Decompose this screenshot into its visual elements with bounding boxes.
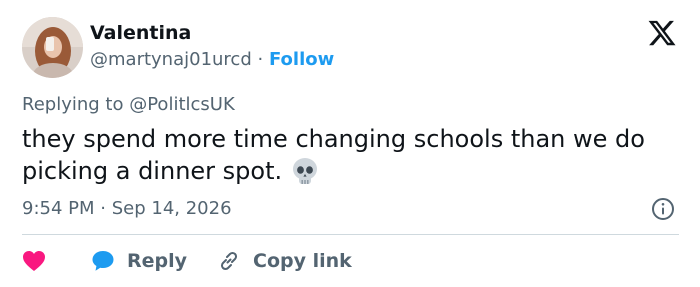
tweet-text: they spend more time changing schools th…	[22, 125, 645, 185]
reply-button[interactable]: Reply	[91, 249, 187, 273]
like-button[interactable]	[22, 250, 46, 272]
info-icon[interactable]	[651, 197, 675, 221]
tweet-date: Sep 14, 2026	[111, 198, 232, 219]
author-handle[interactable]: @martynaj01urcd	[90, 49, 252, 70]
heart-icon	[23, 251, 45, 271]
replying-to-handle[interactable]: @PolitlcsUK	[129, 94, 235, 115]
speech-bubble-icon	[92, 251, 114, 271]
copy-link-label: Copy link	[253, 250, 352, 272]
author-handle-row: @martynaj01urcd · Follow	[90, 47, 334, 73]
meta-separator: ·	[100, 198, 106, 219]
reply-label: Reply	[127, 250, 188, 272]
skull-emoji-icon	[293, 158, 318, 184]
avatar[interactable]	[22, 17, 83, 78]
tweet-body: they spend more time changing schools th…	[22, 123, 682, 187]
separator-dot: ·	[257, 49, 264, 70]
x-logo-icon[interactable]	[647, 18, 677, 48]
tweet-timestamp[interactable]: 9:54 PM · Sep 14, 2026	[22, 196, 232, 222]
link-icon	[220, 251, 238, 271]
avatar-photo	[22, 17, 83, 78]
replying-to: Replying to @PolitlcsUK	[22, 93, 235, 117]
replying-to-prefix: Replying to	[22, 94, 124, 115]
author-name[interactable]: Valentina	[90, 20, 191, 46]
divider	[22, 234, 679, 235]
copy-link-button[interactable]: Copy link	[217, 249, 352, 273]
tweet-card: Valentina @martynaj01urcd · Follow Reply…	[0, 0, 700, 287]
follow-button[interactable]: Follow	[269, 49, 334, 70]
action-bar: Reply Copy link	[22, 247, 352, 275]
tweet-time: 9:54 PM	[22, 198, 95, 219]
